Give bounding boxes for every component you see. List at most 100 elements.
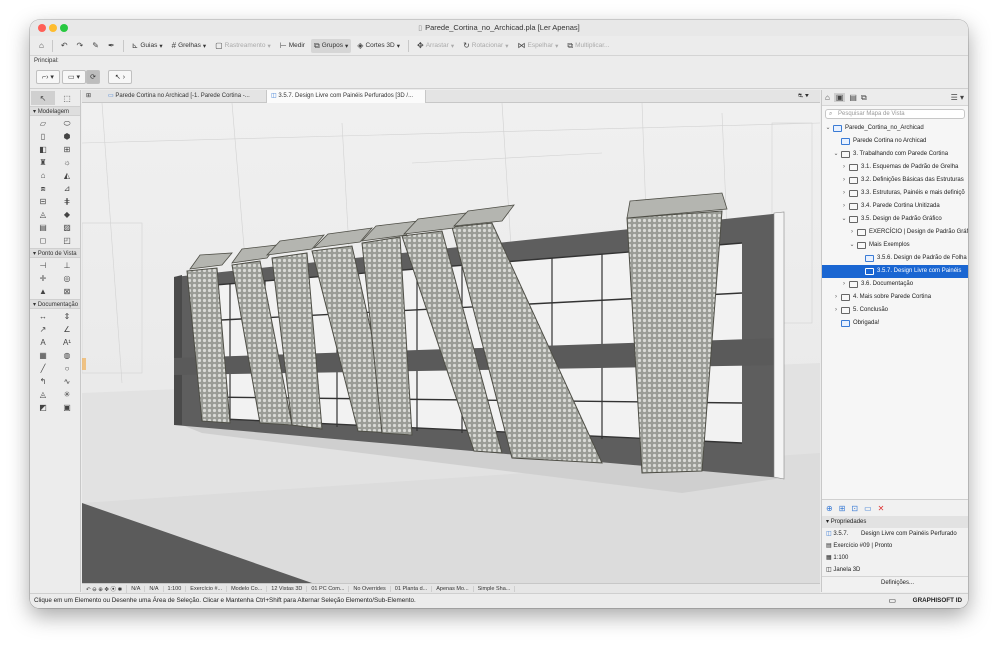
collapsed-arrow-icon[interactable]: › bbox=[840, 200, 848, 213]
beam-tool-icon[interactable]: ⬢ bbox=[55, 130, 79, 143]
view-map-icon[interactable]: ▣ bbox=[833, 93, 846, 102]
zone-tool-icon[interactable]: ▤ bbox=[31, 221, 55, 234]
curtain-wall-tool-icon[interactable]: ⊟ bbox=[31, 195, 55, 208]
project-map-icon[interactable]: ⌂ bbox=[825, 93, 830, 102]
detail-tool-icon[interactable]: ▲ bbox=[31, 285, 55, 298]
display-icon[interactable]: ▭ bbox=[888, 594, 896, 608]
properties-header[interactable]: ▾ Propriedades bbox=[822, 516, 968, 528]
arrow-tool-icon[interactable]: ↖ bbox=[31, 91, 55, 105]
polyline-tool-icon[interactable]: ↰ bbox=[31, 375, 55, 388]
3d-cutaway-button[interactable]: ◈ Cortes 3D ▾ bbox=[354, 39, 403, 53]
line-tool-icon[interactable]: ╱ bbox=[31, 362, 55, 375]
fill-tool-icon[interactable]: ▦ bbox=[31, 349, 55, 362]
renovation-status[interactable]: Apenas Mo... bbox=[432, 585, 474, 592]
tree-item[interactable]: › 4. Mais sobre Parede Cortina bbox=[822, 291, 968, 304]
drag-button[interactable]: ✥ Arrastar ▾ bbox=[414, 39, 457, 53]
undo-icon[interactable]: ↶ bbox=[58, 39, 71, 53]
tree-item[interactable]: › 3.6. Documentação bbox=[822, 278, 968, 291]
zoom-window-button[interactable] bbox=[60, 24, 68, 32]
view-id-field[interactable]: 3.5.7. bbox=[833, 528, 859, 540]
tracker-button[interactable]: ▢ Rastreamento ▾ bbox=[212, 39, 274, 53]
geometry-method-control[interactable]: ⌐› ▾ bbox=[36, 70, 60, 84]
tree-item[interactable]: › 3.1. Esquemas de Padrão de Grelha bbox=[822, 161, 968, 174]
level-dimension-tool-icon[interactable]: ⇕ bbox=[55, 310, 79, 323]
save-view-icon[interactable]: ⊞ bbox=[839, 504, 846, 513]
tree-item[interactable]: 3.5.7. Design Livre com Painéis bbox=[822, 265, 968, 278]
tree-item[interactable]: 3.5.6. Design de Padrão de Folha bbox=[822, 252, 968, 265]
overrides-status[interactable]: No Overrides bbox=[349, 585, 391, 592]
window-tool-icon[interactable]: ⊞ bbox=[55, 143, 79, 156]
brand-label[interactable]: GRAPHISOFT ID bbox=[913, 594, 962, 608]
door-tool-icon[interactable]: ◧ bbox=[31, 143, 55, 156]
rotate-button[interactable]: ↻ Rotacionar ▾ bbox=[460, 39, 511, 53]
tree-item[interactable]: › 5. Conclusão bbox=[822, 304, 968, 317]
tree-item[interactable]: ⌄ 3. Trabalhando com Parede Cortina bbox=[822, 148, 968, 161]
radial-dimension-tool-icon[interactable]: ↗ bbox=[31, 323, 55, 336]
text-tool-icon[interactable]: A bbox=[31, 336, 55, 349]
tree-item[interactable]: › 3.3. Estruturas, Painéis e mais definiç… bbox=[822, 187, 968, 200]
navigator-options-icon[interactable]: ⛐ ▾ bbox=[794, 90, 818, 103]
layer-combo-row[interactable]: ▤ Exercício #09 | Pronto bbox=[822, 540, 968, 552]
pen-set-status[interactable]: 01 PC Com... bbox=[307, 585, 350, 592]
dimension-status[interactable]: 01 Planta d... bbox=[391, 585, 433, 592]
marquee-tool-icon[interactable]: ⬚ bbox=[55, 91, 79, 105]
collapsed-arrow-icon[interactable]: › bbox=[840, 174, 848, 187]
tab-overview-icon[interactable]: ⊞ bbox=[82, 90, 102, 103]
zoom-controls[interactable]: ↶ ⊖ ⊕ ✥ ⦿ ✱ bbox=[82, 584, 128, 593]
object-tool-icon[interactable]: ♜ bbox=[31, 156, 55, 169]
3d-views-status[interactable]: 12 Vistas 3D bbox=[267, 585, 308, 592]
collapsed-arrow-icon[interactable]: › bbox=[832, 291, 840, 304]
interior-elevation-tool-icon[interactable]: ✛ bbox=[31, 272, 55, 285]
selection-shape-control[interactable]: ▭ ▾ bbox=[62, 70, 86, 84]
tab-floor-plan[interactable]: ▭ Parede Cortina no Archicad [-1. Parede… bbox=[104, 90, 262, 103]
new-folder-icon[interactable]: ⊡ bbox=[851, 504, 858, 513]
clone-icon[interactable]: ▭ bbox=[864, 504, 872, 513]
status-na-1[interactable]: N/A bbox=[127, 585, 146, 592]
style-status[interactable]: Simple Sha... bbox=[474, 585, 516, 592]
wall-tool-icon[interactable]: ▱ bbox=[31, 117, 55, 130]
tree-item[interactable]: › 3.4. Parede Cortina Unitizada bbox=[822, 200, 968, 213]
toolbox-section-viewpoint[interactable]: ▾ Ponto de Vista bbox=[30, 248, 80, 258]
settings-button[interactable]: Definições... bbox=[822, 576, 968, 588]
expanded-arrow-icon[interactable]: ⌄ bbox=[840, 213, 848, 226]
tree-item[interactable]: Obrigada! bbox=[822, 317, 968, 330]
sync-icon[interactable]: ⟳ bbox=[86, 70, 100, 84]
hotspot-tool-icon[interactable]: ◬ bbox=[31, 388, 55, 401]
railing-tool-icon[interactable]: ⋕ bbox=[55, 195, 79, 208]
scale-row[interactable]: ▦ 1:100 bbox=[822, 552, 968, 564]
inject-icon[interactable]: ✒ bbox=[105, 39, 118, 53]
picture-tool-icon[interactable]: ▣ bbox=[55, 401, 79, 414]
column-tool-icon[interactable]: ▯ bbox=[31, 130, 55, 143]
morph-tool-icon[interactable]: ◆ bbox=[55, 208, 79, 221]
home-icon[interactable]: ⌂ bbox=[36, 39, 47, 53]
window-row[interactable]: ◫ Janela 3D bbox=[822, 564, 968, 576]
delete-icon[interactable]: ✕ bbox=[878, 504, 885, 513]
toolbox-section-documentation[interactable]: ▾ Documentação bbox=[30, 299, 80, 309]
toolbox-section-modeling[interactable]: ▾ Modelagem bbox=[30, 106, 80, 116]
slab-tool-icon[interactable]: ⬭ bbox=[55, 117, 79, 130]
groups-button[interactable]: ⧉ Grupos ▾ bbox=[310, 38, 352, 53]
angle-dimension-tool-icon[interactable]: ∠ bbox=[55, 323, 79, 336]
navigator-menu-icon[interactable]: ☰ ▾ bbox=[951, 93, 964, 102]
scale-status[interactable]: 1:100 bbox=[164, 585, 187, 592]
pointer-mode-control[interactable]: ↖ › bbox=[108, 70, 132, 84]
drawing-tool-icon[interactable]: ◩ bbox=[31, 401, 55, 414]
stair-tool-icon[interactable]: ⊿ bbox=[55, 182, 79, 195]
layout-book-icon[interactable]: ▤ bbox=[849, 93, 857, 102]
view-map-search-input[interactable]: ⌕ Pesquisar Mapa de Vista bbox=[825, 109, 965, 119]
opening-tool-icon[interactable]: ▨ bbox=[55, 221, 79, 234]
roof-tool-icon[interactable]: ⌂ bbox=[31, 169, 55, 182]
mirror-button[interactable]: ⋈ Espelhar ▾ bbox=[514, 39, 561, 53]
wall-end-tool-icon[interactable]: ◻ bbox=[31, 234, 55, 247]
mesh-tool-icon[interactable]: ◬ bbox=[31, 208, 55, 221]
tree-item[interactable]: › 3.2. Definições Básicas das Estruturas bbox=[822, 174, 968, 187]
label-tool-icon[interactable]: A¹ bbox=[55, 336, 79, 349]
multiply-button[interactable]: ⧉ Multiplicar... bbox=[564, 39, 612, 53]
collapsed-arrow-icon[interactable]: › bbox=[840, 278, 848, 291]
3d-viewport[interactable] bbox=[82, 103, 820, 583]
expanded-arrow-icon[interactable]: ⌄ bbox=[832, 148, 840, 161]
view-name-field[interactable]: Design Livre com Painéis Perfurado bbox=[861, 531, 957, 537]
tab-3d-view[interactable]: ◫ 3.5.7. Design Livre com Painéis Perfur… bbox=[266, 90, 426, 103]
spline-tool-icon[interactable]: ∿ bbox=[55, 375, 79, 388]
tree-item[interactable]: Parede Cortina no Archicad bbox=[822, 135, 968, 148]
